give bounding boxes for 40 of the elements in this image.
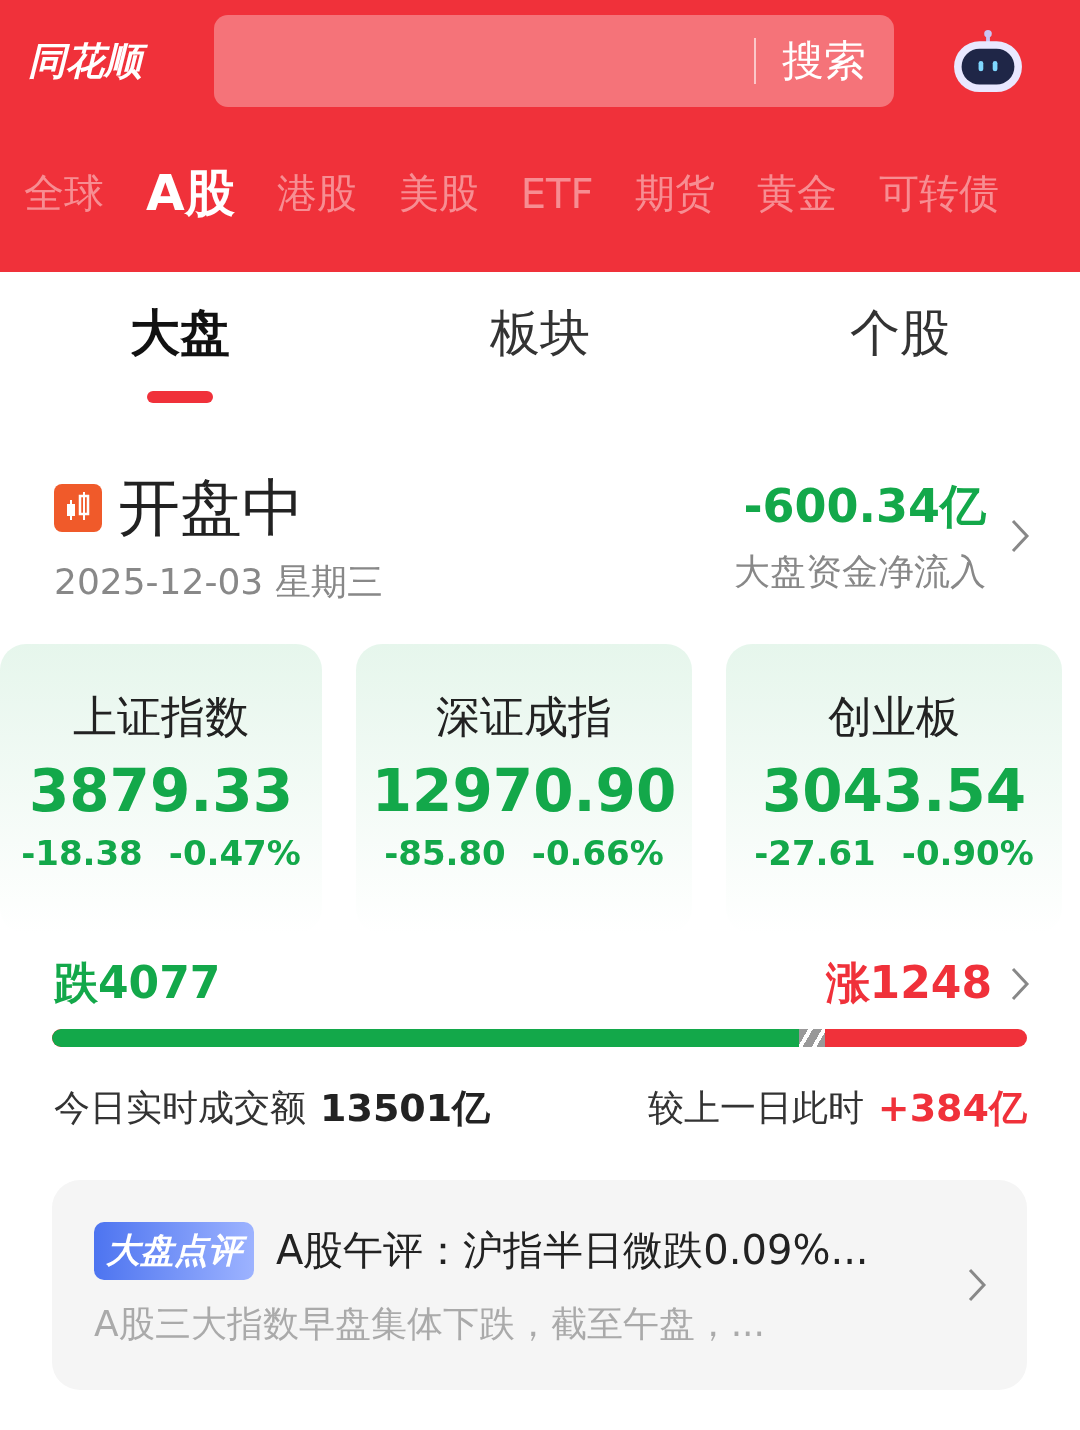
news-summary: A股三大指数早盘集体下跌，截至午盘，...: [94, 1301, 766, 1346]
index-name: 创业板: [828, 690, 960, 744]
sub-tab[interactable]: 个股: [850, 300, 950, 367]
index-percent: -0.47%: [168, 833, 301, 873]
news-tag: 大盘点评: [94, 1221, 254, 1280]
search-button[interactable]: 搜索: [782, 33, 866, 89]
app-logo[interactable]: 同花顺: [28, 35, 214, 87]
compare-value: +384亿: [877, 1085, 1027, 1132]
index-name: 深证成指: [436, 690, 612, 744]
sub-tab[interactable]: 大盘: [130, 300, 230, 403]
net-flow-link[interactable]: -600.34亿 大盘资金净流入: [734, 475, 1030, 597]
chevron-icon: [1010, 965, 1030, 1002]
chevron-icon: [1010, 518, 1030, 554]
index-change: -27.61: [754, 833, 876, 873]
index-change: -18.38: [21, 833, 143, 873]
index-percent: -0.66%: [531, 833, 664, 873]
index-percent: -0.90%: [901, 833, 1034, 873]
turnover-label: 今日实时成交额: [54, 1086, 306, 1130]
market-status: 开盘中: [118, 469, 304, 546]
chevron-icon: [967, 1267, 987, 1303]
turnover-value: 13501亿: [320, 1085, 491, 1132]
advancers-count: 涨1248: [825, 956, 992, 1010]
net-flow-label: 大盘资金净流入: [734, 549, 986, 594]
advancers-link[interactable]: 涨1248: [825, 954, 1030, 1013]
decliners-count: 跌4077: [54, 956, 221, 1010]
candlestick-icon: [54, 483, 102, 532]
news-card[interactable]: 大盘点评 A股午评：沪指半日微跌0.09%... A股三大指数早盘集体下跌，截至午盘，...: [52, 1180, 1027, 1390]
index-change: -85.80: [384, 833, 506, 873]
market-tab[interactable]: A股: [146, 160, 235, 227]
index-value: 12970.90: [371, 757, 677, 825]
index-value: 3043.54: [761, 757, 1027, 825]
sub-tab[interactable]: 板块: [490, 300, 590, 367]
index-value: 3879.33: [28, 757, 294, 825]
date-text: 2025-12-03 星期三: [54, 559, 383, 604]
index-name: 上证指数: [73, 690, 249, 744]
net-flow-value: -600.34亿: [742, 477, 986, 535]
search-field[interactable]: 搜索: [214, 15, 894, 107]
compare-label: 较上一日此时: [647, 1086, 864, 1130]
news-title: A股午评：沪指半日微跌0.09%...: [276, 1226, 869, 1275]
flat-segment: [798, 1029, 825, 1047]
